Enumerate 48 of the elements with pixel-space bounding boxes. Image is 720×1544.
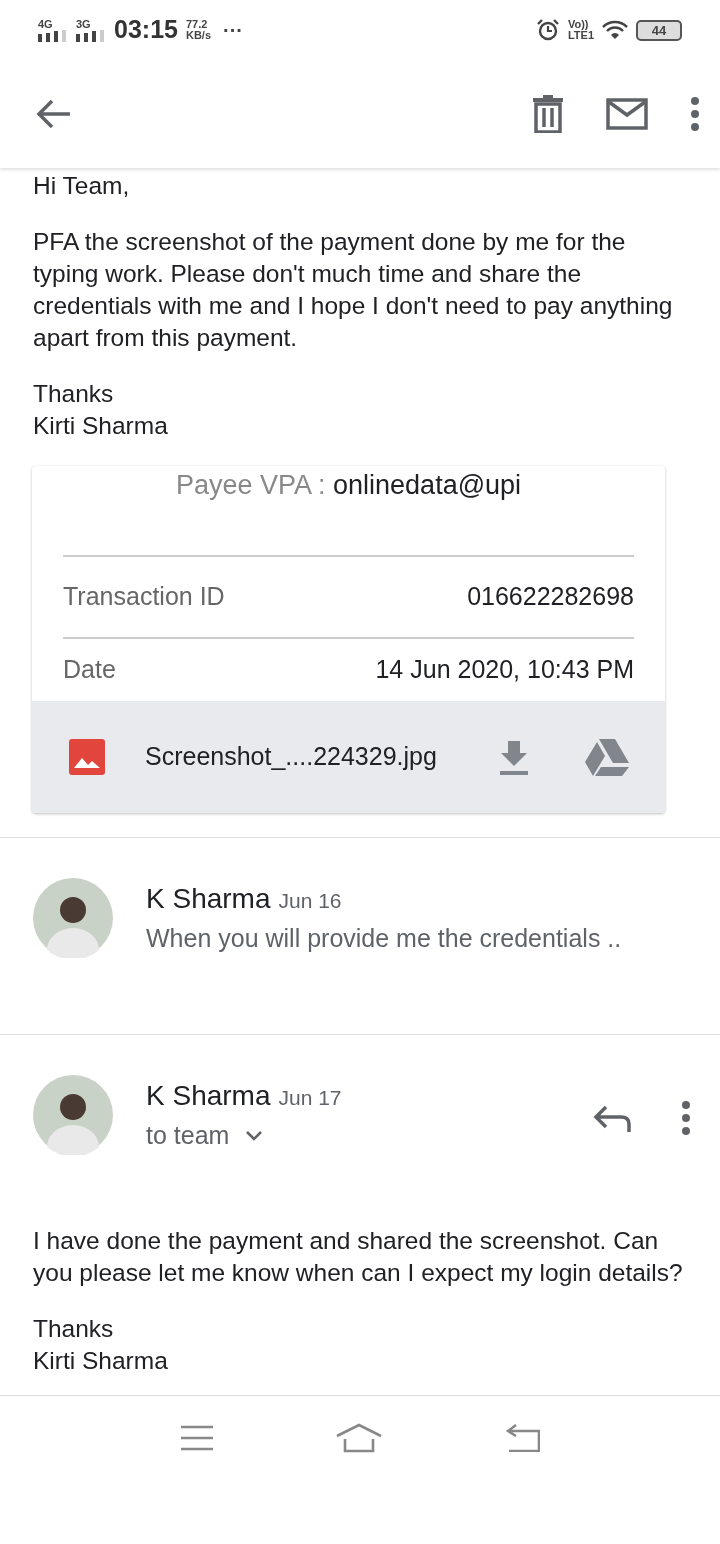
lte-label: LTE1	[567, 30, 594, 41]
battery-indicator: 44	[636, 19, 682, 41]
message-date: Jun 16	[278, 888, 342, 914]
signoff-text: Thanks	[33, 1314, 115, 1344]
home-icon[interactable]	[335, 1422, 383, 1453]
download-icon[interactable]	[499, 739, 529, 775]
more-options-icon[interactable]	[690, 97, 700, 131]
reply-icon[interactable]	[593, 1104, 631, 1132]
row-value: 14 Jun 2020, 10:43 PM	[375, 654, 634, 686]
sender-name: K Sharma	[146, 1079, 271, 1113]
avatar-icon	[33, 878, 113, 958]
more-options-icon[interactable]	[681, 1101, 691, 1135]
greeting-text: Hi Team,	[33, 171, 131, 201]
menu-icon[interactable]	[180, 1424, 215, 1451]
signal-icon	[76, 29, 106, 42]
signature-text: Kirti Sharma	[33, 411, 169, 441]
signal-icon	[38, 29, 68, 42]
row-label: Date	[63, 654, 116, 686]
speed-unit: KB/s	[185, 30, 211, 41]
payee-label: Payee VPA :	[175, 470, 326, 500]
back-arrow-icon[interactable]	[36, 98, 72, 130]
alarm-icon	[535, 18, 560, 42]
wifi-icon	[602, 20, 628, 40]
chevron-down-icon[interactable]	[245, 1129, 264, 1142]
row-value: 016622282698	[467, 581, 634, 613]
signature-text: Kirti Sharma	[33, 1346, 169, 1376]
row-label: Transaction ID	[63, 581, 225, 613]
sender-name: K Sharma	[146, 882, 271, 916]
drive-icon[interactable]	[585, 738, 629, 776]
trash-icon[interactable]	[532, 95, 564, 133]
recipients-text: to team	[146, 1120, 230, 1151]
more-indicator: ···	[223, 20, 243, 40]
signoff-text: Thanks	[33, 379, 115, 409]
back-icon[interactable]	[503, 1423, 540, 1452]
network-label: 4G	[38, 18, 54, 30]
avatar-icon	[33, 1075, 113, 1155]
message-date: Jun 17	[278, 1085, 342, 1111]
message-text: PFA the screenshot of the payment done by me for the typing work. Please don't much time and share the credentials with me and I hope I don't need to pay anything apart from this payment.	[33, 227, 674, 353]
speed-value: 77.2	[185, 19, 209, 30]
payee-value: onlinedata@upi	[333, 470, 522, 500]
message-text: I have done the payment and shared the screenshot. Can you please let me know when can I expect my login details?	[33, 1226, 684, 1288]
image-file-icon	[69, 739, 105, 775]
clock-time: 03:15	[114, 14, 178, 46]
volte-label: Vo))	[567, 19, 589, 30]
file-name[interactable]: Screenshot_....224329.jpg	[129, 738, 437, 776]
message-snippet: When you will provide me the credentials ..	[146, 923, 622, 954]
mail-icon[interactable]	[606, 98, 648, 130]
network-label: 3G	[76, 18, 92, 30]
